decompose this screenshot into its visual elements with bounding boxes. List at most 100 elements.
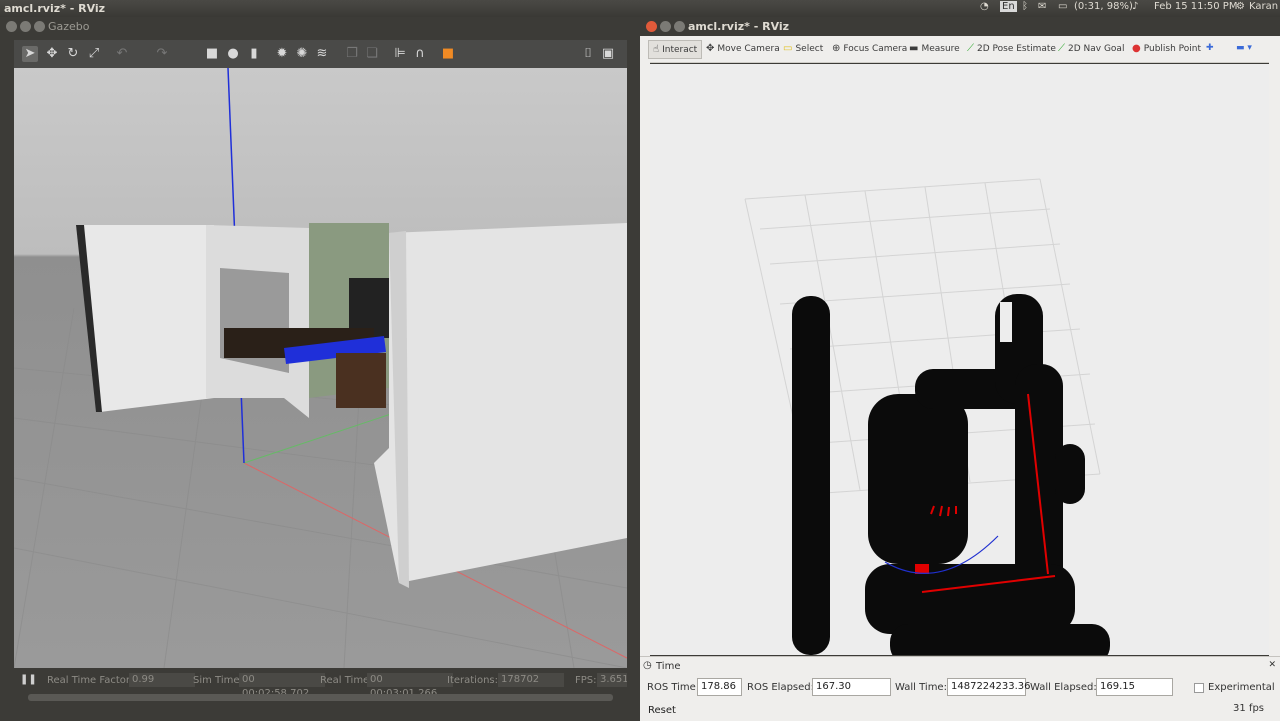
interact-tool-button[interactable]: ☝ Interact bbox=[648, 40, 703, 59]
gazebo-scene bbox=[14, 68, 627, 668]
align-icon[interactable]: ⊫ bbox=[392, 46, 408, 62]
nav-goal-tool-button[interactable]: ⟋ 2D Nav Goal bbox=[1054, 40, 1128, 57]
arrow-select-icon[interactable]: ➤ bbox=[22, 46, 38, 62]
gazebo-minimize-button[interactable] bbox=[20, 21, 31, 32]
gazebo-toolbar: ➤ ✥ ↻ ⤢ ↶ ↷ ■ ● ▮ ✹ ✺ ≋ ❐ ❏ ⊫ ∩ ■ ⌷ ▣ bbox=[14, 40, 627, 69]
box-shape-icon[interactable]: ■ bbox=[204, 46, 220, 62]
experimental-checkbox[interactable] bbox=[1194, 683, 1204, 693]
translate-icon[interactable]: ✥ bbox=[44, 46, 60, 62]
keyboard-indicator[interactable]: En bbox=[1000, 1, 1017, 12]
ros-time-label: ROS Time: bbox=[647, 682, 700, 693]
rviz-time-panel: ◷ Time ✕ ROS Time: 178.86 ROS Elapsed: 1… bbox=[640, 656, 1280, 721]
rviz-3d-viewport[interactable] bbox=[650, 64, 1269, 655]
publish-point-tool-button[interactable]: ● Publish Point bbox=[1128, 40, 1205, 57]
pose-estimate-icon: ⟋ bbox=[967, 43, 974, 54]
rviz-scene bbox=[744, 178, 1110, 655]
settings-icon[interactable]: ⚙ bbox=[1236, 1, 1245, 12]
fps-value: 3.651 bbox=[597, 673, 629, 687]
rviz-title-bar: amcl.rviz* - RViz bbox=[640, 17, 1280, 36]
wifi-icon[interactable]: ◔ bbox=[980, 1, 989, 12]
add-tool-icon[interactable]: ✚ bbox=[1202, 40, 1218, 57]
screenshot-icon[interactable]: ⌷ bbox=[580, 46, 596, 62]
time-panel-close-icon[interactable]: ✕ bbox=[1268, 660, 1276, 670]
paste-icon[interactable]: ❏ bbox=[364, 46, 380, 62]
cylinder-shape-icon[interactable]: ▮ bbox=[246, 46, 262, 62]
rviz-toolbar: ☝ Interact ✥ Move Camera ▭ Select ⊕ Focus Ca… bbox=[640, 36, 1280, 63]
measure-tool-button[interactable]: ▬ Measure bbox=[905, 40, 964, 57]
measure-icon: ▬ bbox=[909, 43, 919, 54]
rtf-value: 0.99 bbox=[129, 673, 195, 687]
gazebo-close-button[interactable] bbox=[6, 21, 17, 32]
real-time-label: Real Time: bbox=[320, 675, 373, 686]
rviz-left-panel-collapsed[interactable] bbox=[640, 62, 650, 656]
wooden-crate bbox=[336, 353, 386, 408]
nav-goal-icon: ⟋ bbox=[1058, 43, 1065, 54]
wall-elapsed-field[interactable]: 169.15 bbox=[1096, 678, 1173, 696]
point-light-icon[interactable]: ✹ bbox=[274, 46, 290, 62]
move-camera-tool-button[interactable]: ✥ Move Camera bbox=[702, 40, 784, 57]
sim-time-label: Sim Time: bbox=[193, 675, 243, 686]
sphere-shape-icon[interactable]: ● bbox=[225, 46, 241, 62]
gazebo-horizontal-scrollbar[interactable] bbox=[28, 694, 613, 701]
rviz-right-panel-collapsed[interactable] bbox=[1269, 62, 1280, 656]
publish-point-icon: ● bbox=[1132, 43, 1141, 54]
costmap bbox=[792, 294, 1110, 655]
pose-estimate-tool-button[interactable]: ⟋ 2D Pose Estimate bbox=[963, 40, 1060, 57]
iterations-value: 178702 bbox=[498, 673, 564, 687]
rtf-label: Real Time Factor: bbox=[47, 675, 134, 686]
ros-elapsed-label: ROS Elapsed: bbox=[747, 682, 814, 693]
select-icon: ▭ bbox=[783, 43, 793, 54]
snap-icon[interactable]: ∩ bbox=[412, 46, 428, 62]
gazebo-maximize-button[interactable] bbox=[34, 21, 45, 32]
undo-icon[interactable]: ↶ bbox=[114, 46, 130, 62]
wall-elapsed-label: Wall Elapsed: bbox=[1030, 682, 1097, 693]
gazebo-window-title: Gazebo bbox=[48, 20, 90, 33]
wall-time-label: Wall Time: bbox=[895, 682, 947, 693]
gazebo-3d-viewport[interactable] bbox=[14, 68, 627, 668]
move-camera-icon: ✥ bbox=[706, 43, 715, 54]
wall-time-field[interactable]: 1487224233.36 bbox=[947, 678, 1031, 696]
free-space-patch bbox=[1000, 302, 1012, 342]
gazebo-status-bar: ❚❚ Real Time Factor: 0.99 Sim Time: 00 0… bbox=[14, 670, 629, 699]
battery-status[interactable]: (0:31, 98%) bbox=[1074, 1, 1133, 12]
copy-icon[interactable]: ❐ bbox=[344, 46, 360, 62]
record-icon[interactable]: ▣ bbox=[600, 46, 616, 62]
fps-label: FPS: bbox=[575, 675, 597, 686]
spot-light-icon[interactable]: ✺ bbox=[294, 46, 310, 62]
rviz-fps: 31 fps bbox=[1233, 703, 1264, 714]
rviz-window-title: amcl.rviz* - RViz bbox=[688, 20, 790, 33]
rviz-maximize-button[interactable] bbox=[674, 21, 685, 32]
ros-elapsed-field[interactable]: 167.30 bbox=[812, 678, 891, 696]
rviz-close-button[interactable] bbox=[646, 21, 657, 32]
volume-icon[interactable]: ♪ bbox=[1132, 1, 1138, 12]
mail-icon[interactable]: ✉ bbox=[1038, 1, 1046, 12]
time-panel-title: Time bbox=[656, 661, 681, 672]
user-name[interactable]: Karan bbox=[1249, 1, 1278, 12]
remove-tool-icon[interactable]: ▬ ▾ bbox=[1232, 40, 1256, 57]
reset-button[interactable]: Reset bbox=[644, 703, 680, 718]
wall-right bbox=[374, 223, 627, 583]
window-divider bbox=[627, 36, 640, 720]
ros-time-field[interactable]: 178.86 bbox=[697, 678, 742, 696]
directional-light-icon[interactable]: ≋ bbox=[314, 46, 330, 62]
real-time-value: 00 00:03:01.266 bbox=[367, 673, 453, 699]
bluetooth-icon[interactable]: ᛒ bbox=[1022, 1, 1028, 12]
scale-icon[interactable]: ⤢ bbox=[86, 46, 102, 62]
rotate-icon[interactable]: ↻ bbox=[65, 46, 81, 62]
rviz-minimize-button[interactable] bbox=[660, 21, 671, 32]
change-view-icon[interactable]: ■ bbox=[440, 46, 456, 62]
y-axis-line bbox=[243, 412, 395, 464]
redo-icon[interactable]: ↷ bbox=[154, 46, 170, 62]
active-window-title: amcl.rviz* - RViz bbox=[4, 2, 106, 15]
iterations-label: Iterations: bbox=[447, 675, 498, 686]
interact-icon: ☝ bbox=[653, 44, 660, 55]
gazebo-title-bar: Gazebo bbox=[0, 17, 640, 36]
experimental-label: Experimental bbox=[1208, 682, 1275, 693]
clock[interactable]: Feb 15 11:50 PM bbox=[1154, 1, 1237, 12]
focus-camera-icon: ⊕ bbox=[832, 43, 841, 54]
select-tool-button[interactable]: ▭ Select bbox=[779, 40, 827, 57]
focus-camera-tool-button[interactable]: ⊕ Focus Camera bbox=[828, 40, 911, 57]
battery-icon[interactable]: ▭ bbox=[1058, 1, 1067, 12]
sim-time-value: 00 00:02:58.702 bbox=[239, 673, 325, 699]
pause-icon[interactable]: ❚❚ bbox=[20, 674, 37, 685]
